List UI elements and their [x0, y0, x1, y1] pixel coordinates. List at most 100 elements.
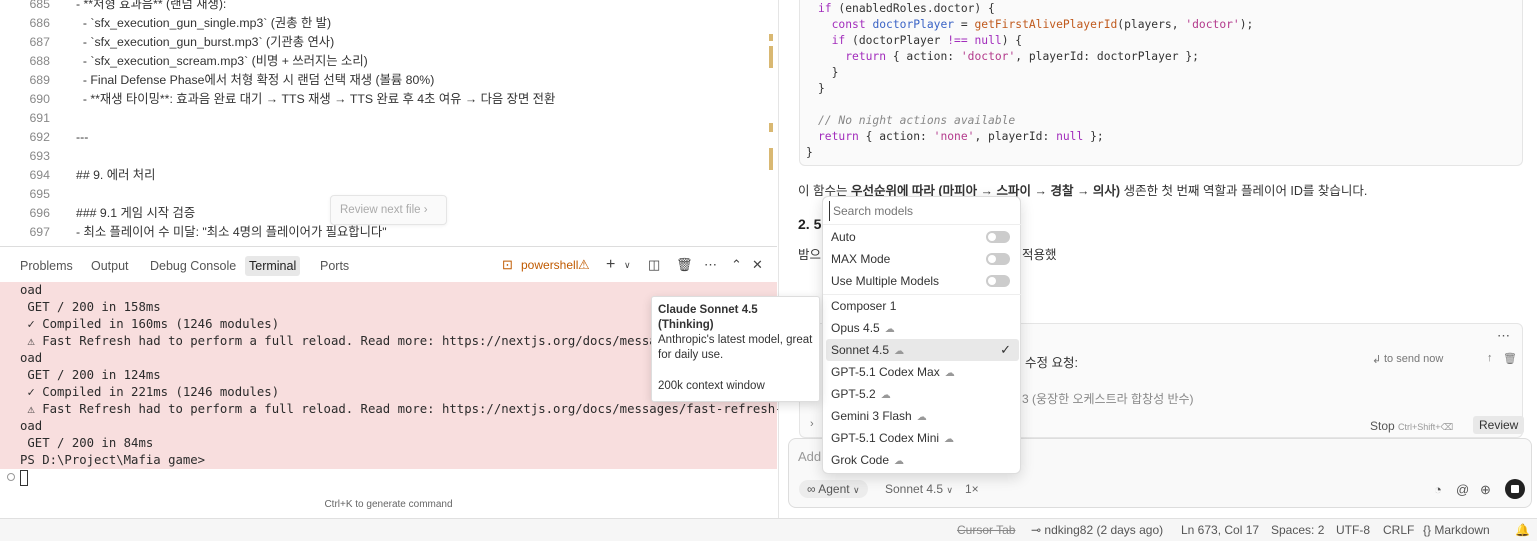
language-label: Markdown	[1434, 523, 1490, 537]
terminal-line: GET / 200 in 124ms	[20, 368, 161, 382]
model-option-gemini-3-flash[interactable]: Gemini 3 Flash ☁	[826, 405, 1019, 427]
toggle-switch[interactable]	[986, 253, 1010, 265]
git-commit-icon: ⊸	[1031, 523, 1042, 537]
brain-icon: ☁	[944, 434, 955, 445]
more-icon[interactable]: ⋯	[704, 256, 717, 274]
model-option-composer-1[interactable]: Composer 1	[826, 295, 1019, 317]
more-icon[interactable]: ⋯	[1497, 328, 1510, 344]
code-line: }	[818, 82, 825, 95]
status-bar: Cursor Tab ⊸ ndking82 (2 days ago) Ln 67…	[0, 518, 1537, 541]
eol-status[interactable]: CRLF	[1383, 523, 1414, 537]
code-line: return { action: 'none', playerId: null …	[818, 130, 1104, 143]
stop-generation-button[interactable]	[1505, 479, 1525, 499]
terminal-line: ✓ Compiled in 221ms (1246 modules)	[20, 385, 280, 399]
chevron-down-icon: ∨	[946, 485, 953, 495]
toggle-switch[interactable]	[986, 231, 1010, 243]
tooltip-title: Claude Sonnet 4.5	[658, 304, 758, 316]
line-number: 686	[29, 16, 50, 30]
code-line: // No night actions available	[818, 114, 1016, 127]
review-next-file-button[interactable]: Review next file ›	[330, 195, 447, 225]
chat-input-placeholder[interactable]: Add	[798, 449, 821, 464]
editor-line: 686 - `sfx_execution_gun_single.mp3` (권총…	[0, 14, 777, 33]
editor-line: 691	[0, 109, 777, 128]
arrow-up-icon[interactable]: ↑	[1487, 352, 1493, 364]
model-option-sonnet-4-5[interactable]: Sonnet 4.5 ☁ ✓	[826, 339, 1019, 361]
toggle-label: Use Multiple Models	[831, 274, 940, 288]
terminal-line: ✓ Compiled in 160ms (1246 modules)	[20, 317, 280, 331]
tab-output[interactable]: Output	[87, 256, 133, 276]
multiple-models-toggle[interactable]: Use Multiple Models	[826, 270, 1019, 292]
tab-debug-console[interactable]: Debug Console	[146, 256, 240, 276]
split-terminal-icon[interactable]: ◫	[648, 256, 660, 274]
code-line: }	[806, 146, 813, 159]
cursor-tab-status[interactable]: Cursor Tab	[957, 523, 1015, 537]
tab-terminal[interactable]: Terminal	[245, 256, 301, 276]
minimap-change-marker	[769, 123, 773, 132]
terminal-input-line[interactable]	[0, 469, 777, 489]
model-option-opus-4-5[interactable]: Opus 4.5 ☁	[826, 317, 1019, 339]
model-option-grok-code[interactable]: Grok Code ☁	[826, 449, 1019, 471]
line-text: - Final Defense Phase에서 처형 확정 시 랜덤 선택 재생…	[76, 73, 435, 87]
generate-command-hint: Ctrl+K to generate command	[324, 499, 453, 510]
line-text: ---	[76, 130, 89, 144]
chevron-down-icon[interactable]: ∨	[624, 256, 631, 274]
circle-icon	[7, 473, 15, 481]
line-number: 695	[29, 187, 50, 201]
maximize-panel-icon[interactable]: ⌃	[731, 256, 742, 274]
stop-shortcut: Ctrl+Shift+⌫	[1398, 422, 1454, 432]
new-terminal-icon[interactable]: +	[606, 256, 615, 274]
model-dropdown: Auto MAX Mode Use Multiple Models Compos…	[822, 196, 1022, 474]
review-button[interactable]: Review	[1473, 416, 1525, 434]
line-text: - `sfx_execution_gun_single.mp3` (권총 한 발…	[76, 16, 332, 30]
brain-icon: ☁	[884, 324, 895, 335]
tab-problems[interactable]: Problems	[16, 256, 77, 276]
warning-icon[interactable]: ⚠	[578, 256, 590, 274]
loading-spinner-icon: ◔	[1434, 482, 1442, 497]
cursor-position-status[interactable]: Ln 673, Col 17	[1181, 523, 1259, 537]
globe-icon[interactable]: ⊕	[1480, 482, 1491, 498]
at-mention-icon[interactable]: @	[1456, 482, 1469, 497]
editor-line: 694 ## 9. 에러 처리	[0, 166, 777, 185]
agent-label: Agent	[818, 482, 850, 496]
agent-mode-button[interactable]: ∞ Agent ∨	[799, 480, 868, 498]
tooltip-subtitle: (Thinking)	[658, 319, 714, 331]
trash-icon[interactable]: 🗑	[1503, 352, 1517, 365]
git-blame-status[interactable]: ⊸ ndking82 (2 days ago)	[1031, 523, 1163, 537]
max-mode-toggle[interactable]: MAX Mode	[826, 248, 1019, 270]
model-option-gpt-5-1-codex-mini[interactable]: GPT-5.1 Codex Mini ☁	[826, 427, 1019, 449]
code-line: return { action: 'doctor', playerId: doc…	[845, 50, 1199, 63]
chevron-right-icon[interactable]: ›	[810, 418, 814, 430]
send-now-hint[interactable]: to send now	[1384, 353, 1443, 365]
search-models-input[interactable]	[829, 201, 1014, 221]
encoding-status[interactable]: UTF-8	[1336, 523, 1370, 537]
toggle-switch[interactable]	[986, 275, 1010, 287]
indentation-status[interactable]: Spaces: 2	[1271, 523, 1324, 537]
stop-button[interactable]: Stop Ctrl+Shift+⌫	[1370, 419, 1453, 433]
model-option-label: GPT-5.1 Codex Max	[831, 365, 940, 379]
terminal-line: oad	[20, 351, 43, 365]
close-icon[interactable]: ✕	[752, 256, 763, 274]
trash-icon[interactable]: 🗑	[676, 256, 693, 274]
code-line: if (enabledRoles.doctor) {	[818, 2, 995, 15]
tooltip-context: 200k context window	[658, 380, 765, 392]
line-text: - `sfx_execution_gun_burst.mp3` (기관총 연사)	[76, 35, 335, 49]
editor-line: 693	[0, 147, 777, 166]
section-text: 적용했	[1022, 248, 1057, 262]
enter-icon: ↲	[1372, 354, 1382, 366]
terminal-line: oad	[20, 283, 43, 297]
shell-name[interactable]: powershell	[521, 256, 578, 274]
markdown-editor[interactable]: 685 - **처형 효과음** (랜덤 재생): 686 - `sfx_exec…	[0, 0, 777, 246]
model-picker-button[interactable]: Sonnet 4.5 ∨	[885, 482, 953, 496]
chevron-right-icon: ›	[423, 204, 428, 216]
editor-line: 697 - 최소 플레이어 수 미달: "최소 4명의 플레이어가 필요합니다"	[0, 223, 777, 242]
model-option-gpt-5-2[interactable]: GPT-5.2 ☁	[826, 383, 1019, 405]
desc-text: 생존한 첫 번째 역할과 플레이어 ID를 찾습니다.	[1120, 184, 1368, 198]
tab-ports[interactable]: Ports	[316, 256, 353, 276]
queue-label: 수정 요청:	[1025, 356, 1078, 370]
bell-icon[interactable]: 🔔	[1515, 523, 1530, 537]
language-mode-status[interactable]: {} Markdown	[1423, 523, 1490, 537]
infinity-icon: ∞	[807, 482, 816, 496]
multiplier-button[interactable]: 1×	[965, 482, 979, 496]
model-option-gpt-5-1-codex-max[interactable]: GPT-5.1 Codex Max ☁	[826, 361, 1019, 383]
auto-toggle[interactable]: Auto	[826, 226, 1019, 248]
